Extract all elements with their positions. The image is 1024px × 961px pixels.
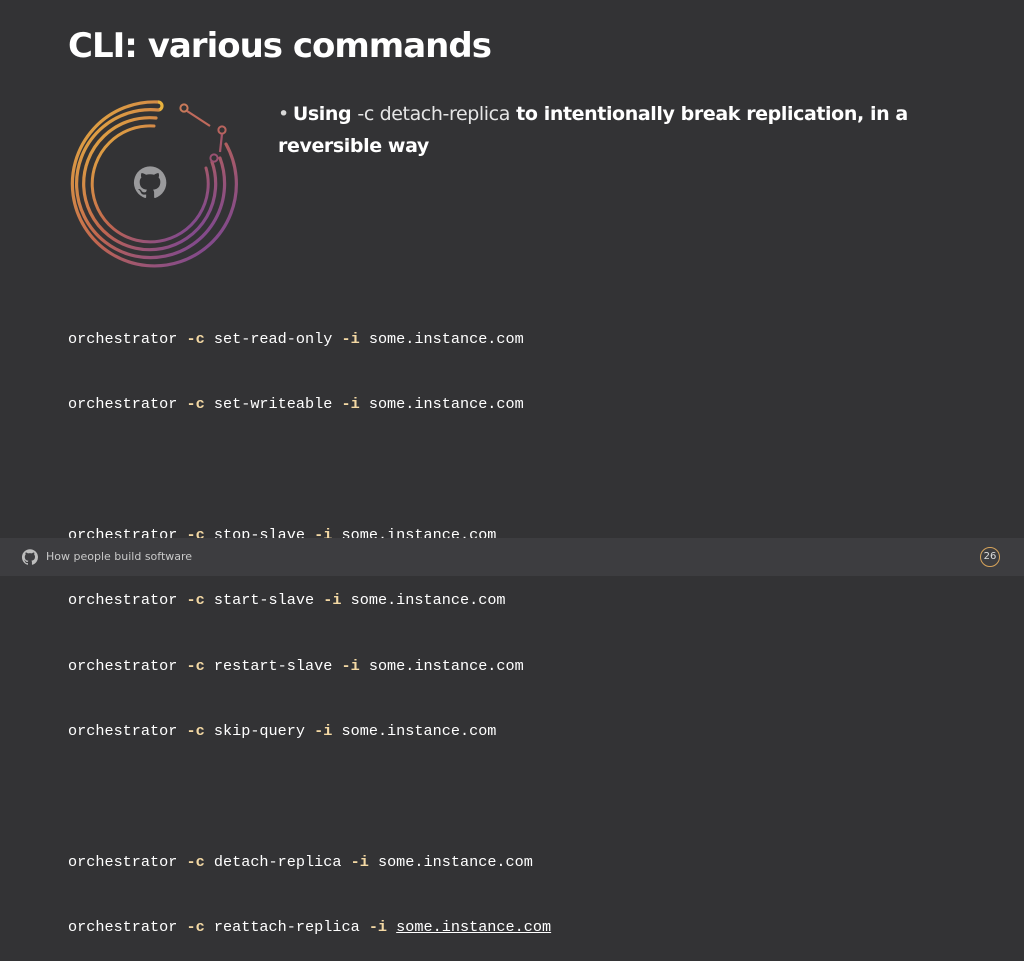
instance-flag: -i	[368, 918, 388, 937]
instance-host: some.instance.com	[368, 329, 524, 348]
command-action: detach-replica	[213, 852, 342, 871]
command-line: orchestrator -c restart-slave -i some.in…	[68, 656, 551, 678]
bullet-inline-code: -c detach-replica	[357, 103, 510, 125]
command-flag: -c	[186, 329, 205, 348]
instance-host: some.instance.com	[341, 721, 497, 740]
command-line: orchestrator -c start-slave -i some.inst…	[68, 590, 551, 612]
instance-host: some.instance.com	[368, 394, 524, 413]
command-name: orchestrator	[68, 918, 178, 937]
footer-tagline: How people build software	[46, 550, 193, 563]
instance-flag: -i	[341, 329, 360, 348]
instance-flag: -i	[350, 852, 369, 871]
command-action: restart-slave	[213, 656, 333, 675]
instance-host: some.instance.com	[377, 852, 533, 871]
instance-host-link[interactable]: some.instance.com	[396, 918, 551, 936]
command-action: reattach-replica	[213, 918, 360, 937]
instance-host: some.instance.com	[350, 591, 506, 610]
command-spacer	[68, 459, 551, 481]
bullet-prefix: Using	[292, 103, 352, 125]
command-line: orchestrator -c skip-query -i some.insta…	[68, 721, 551, 743]
command-line: orchestrator -c set-read-only -i some.in…	[68, 329, 551, 351]
command-name: orchestrator	[68, 394, 178, 413]
command-name: orchestrator	[68, 721, 178, 740]
page-number: 26	[980, 547, 1000, 567]
command-flag: -c	[186, 721, 205, 740]
instance-flag: -i	[341, 394, 360, 413]
command-flag: -c	[186, 591, 205, 610]
instance-flag: -i	[314, 721, 333, 740]
command-action: start-slave	[213, 591, 315, 610]
command-flag: -c	[186, 852, 205, 871]
github-octocat-icon	[22, 549, 38, 565]
command-line: orchestrator -c reattach-replica -i some…	[68, 917, 551, 939]
command-name: orchestrator	[68, 329, 178, 348]
instance-flag: -i	[341, 656, 360, 675]
instance-host: some.instance.com	[368, 656, 524, 675]
slide-footer: How people build software 26	[0, 538, 1024, 576]
command-flag: -c	[186, 918, 205, 937]
command-name: orchestrator	[68, 852, 178, 871]
github-octocat-icon	[133, 166, 167, 199]
command-line: orchestrator -c detach-replica -i some.i…	[68, 852, 551, 874]
command-flag: -c	[186, 394, 205, 413]
command-action: set-writeable	[213, 394, 333, 413]
command-flag: -c	[186, 656, 205, 675]
command-name: orchestrator	[68, 656, 178, 675]
command-name: orchestrator	[68, 591, 178, 610]
bullet-dot-icon: •	[278, 103, 289, 125]
slide-title: CLI: various commands	[68, 26, 492, 66]
command-action: skip-query	[213, 721, 305, 740]
instance-flag: -i	[323, 591, 342, 610]
command-block: orchestrator -c set-read-only -i some.in…	[68, 285, 551, 961]
orchestrator-logo	[60, 92, 246, 272]
bullet-point: • Using -c detach-replica to intentionall…	[278, 98, 938, 162]
command-action: set-read-only	[213, 329, 333, 348]
command-line: orchestrator -c set-writeable -i some.in…	[68, 394, 551, 416]
command-spacer	[68, 786, 551, 808]
